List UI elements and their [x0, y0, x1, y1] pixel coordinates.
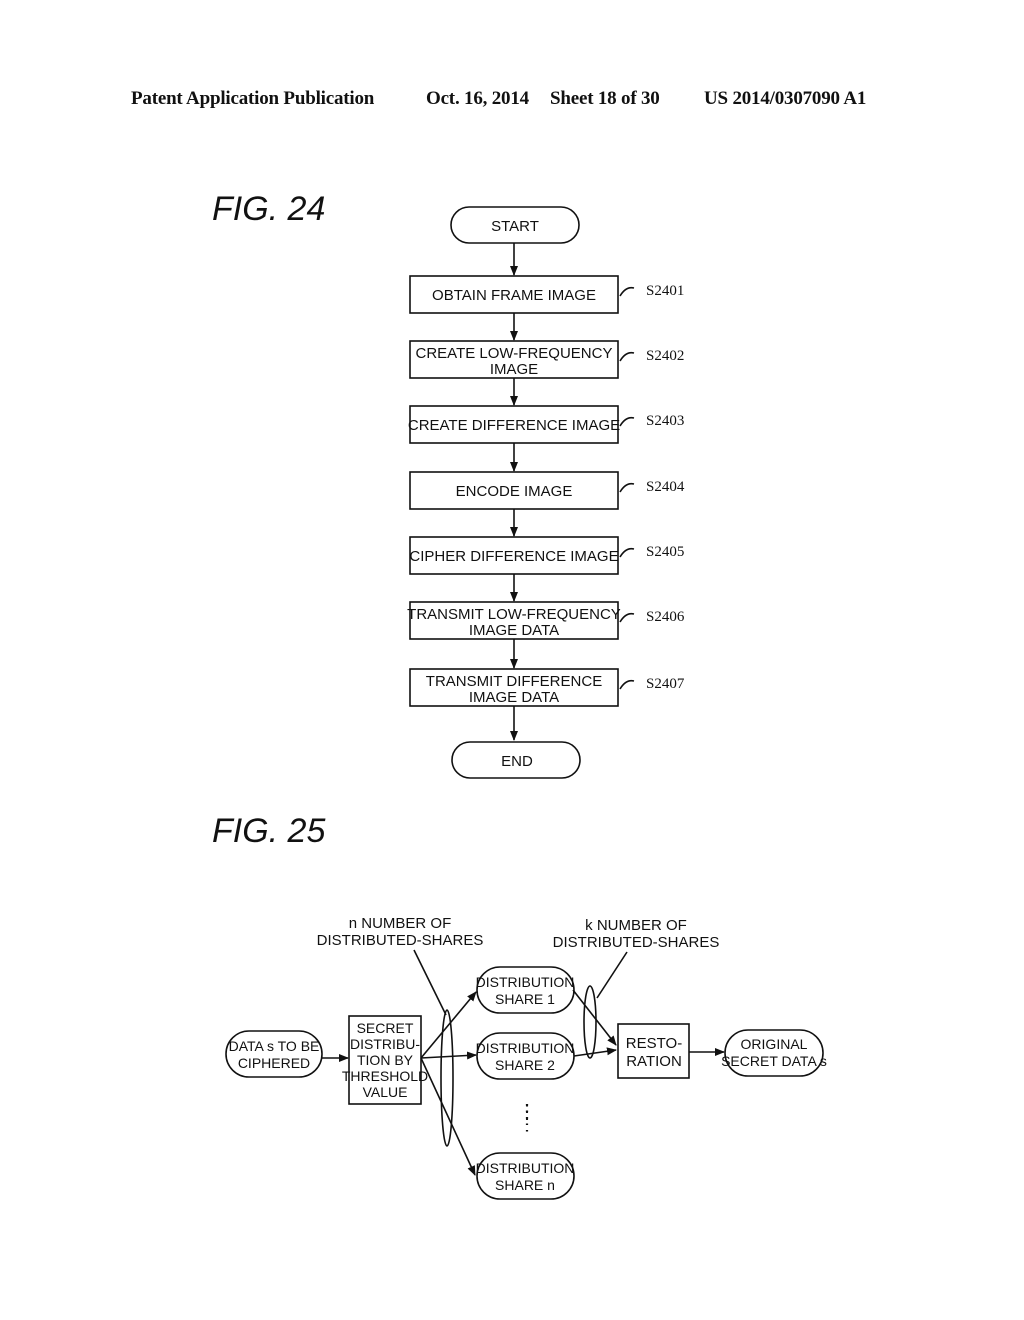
process-step-label: TRANSMIT LOW-FREQUENCY — [407, 606, 621, 623]
step-id-label: S2402 — [646, 348, 684, 364]
output-line2: SECRET DATA s — [721, 1053, 827, 1069]
process-step-label: IMAGE DATA — [469, 689, 559, 706]
step-leader-squiggle — [619, 351, 635, 362]
process-line4: THRESHOLD — [342, 1068, 428, 1084]
restoration-line2: RATION — [626, 1053, 682, 1070]
output-line1: ORIGINAL — [741, 1036, 808, 1052]
k-label-line1: k NUMBER OF — [585, 917, 687, 934]
process-line5: VALUE — [363, 1084, 408, 1100]
input-line2: CIPHERED — [238, 1055, 310, 1071]
start-label: START — [491, 218, 539, 235]
n-label-line2: DISTRIBUTED-SHARES — [317, 932, 484, 949]
k-leader-line — [596, 951, 628, 999]
arrow-to-share-2 — [420, 1051, 477, 1060]
n-leader-line — [413, 949, 447, 1016]
end-label: END — [501, 753, 533, 770]
input-line1: DATA s TO BE — [229, 1038, 320, 1054]
share-n-line1: DISTRIBUTION — [476, 1160, 575, 1176]
step-leader-squiggle — [619, 416, 635, 427]
n-shares-ellipse — [440, 1009, 454, 1147]
step-id-label: S2406 — [646, 609, 685, 625]
arrow-share-2-to-restoration — [573, 1047, 617, 1057]
share-n-line2: SHARE n — [495, 1177, 555, 1193]
share-2-line1: DISTRIBUTION — [476, 1040, 575, 1056]
process-line3: TION BY — [357, 1052, 414, 1068]
step-leader-squiggle — [619, 286, 635, 297]
fig25-diagram: n NUMBER OF DISTRIBUTED-SHARES k NUMBER … — [225, 915, 827, 1200]
k-shares-ellipse — [583, 985, 597, 1059]
process-step-label: ENCODE IMAGE — [456, 483, 573, 500]
process-step-label: IMAGE — [490, 361, 538, 378]
step-id-label: S2405 — [646, 544, 684, 560]
process-line2: DISTRIBU- — [350, 1036, 420, 1052]
process-step-label: TRANSMIT DIFFERENCE — [426, 673, 602, 690]
step-id-label: S2404 — [646, 479, 685, 495]
restoration-line1: RESTO- — [626, 1035, 682, 1052]
step-leader-squiggle — [619, 547, 635, 558]
step-leader-squiggle — [619, 482, 635, 493]
process-step-label: CREATE DIFFERENCE IMAGE — [408, 417, 620, 434]
step-leader-squiggle — [619, 679, 635, 690]
diagrams-canvas: START OBTAIN FRAME IMAGE S2401 CREATE LOW-… — [225, 206, 827, 1200]
step-id-label: S2401 — [646, 283, 684, 299]
arrow-to-share-1 — [420, 991, 477, 1059]
step-leader-squiggle — [619, 612, 635, 623]
fig24-flowchart: START OBTAIN FRAME IMAGE S2401 CREATE LOW-… — [407, 206, 685, 779]
step-id-label: S2407 — [646, 676, 685, 692]
n-label-line1: n NUMBER OF — [349, 915, 452, 932]
arrow-to-share-n — [420, 1057, 476, 1176]
share-1-line2: SHARE 1 — [495, 991, 555, 1007]
step-id-label: S2403 — [646, 413, 684, 429]
process-step-label: CIPHER DIFFERENCE IMAGE — [409, 548, 618, 565]
share-1-line1: DISTRIBUTION — [476, 974, 575, 990]
process-step-label: IMAGE DATA — [469, 622, 559, 639]
k-label-line2: DISTRIBUTED-SHARES — [553, 934, 720, 951]
process-step-label: OBTAIN FRAME IMAGE — [432, 287, 596, 304]
process-step-label: CREATE LOW-FREQUENCY — [416, 345, 613, 362]
process-line1: SECRET — [357, 1020, 414, 1036]
share-2-line2: SHARE 2 — [495, 1057, 555, 1073]
